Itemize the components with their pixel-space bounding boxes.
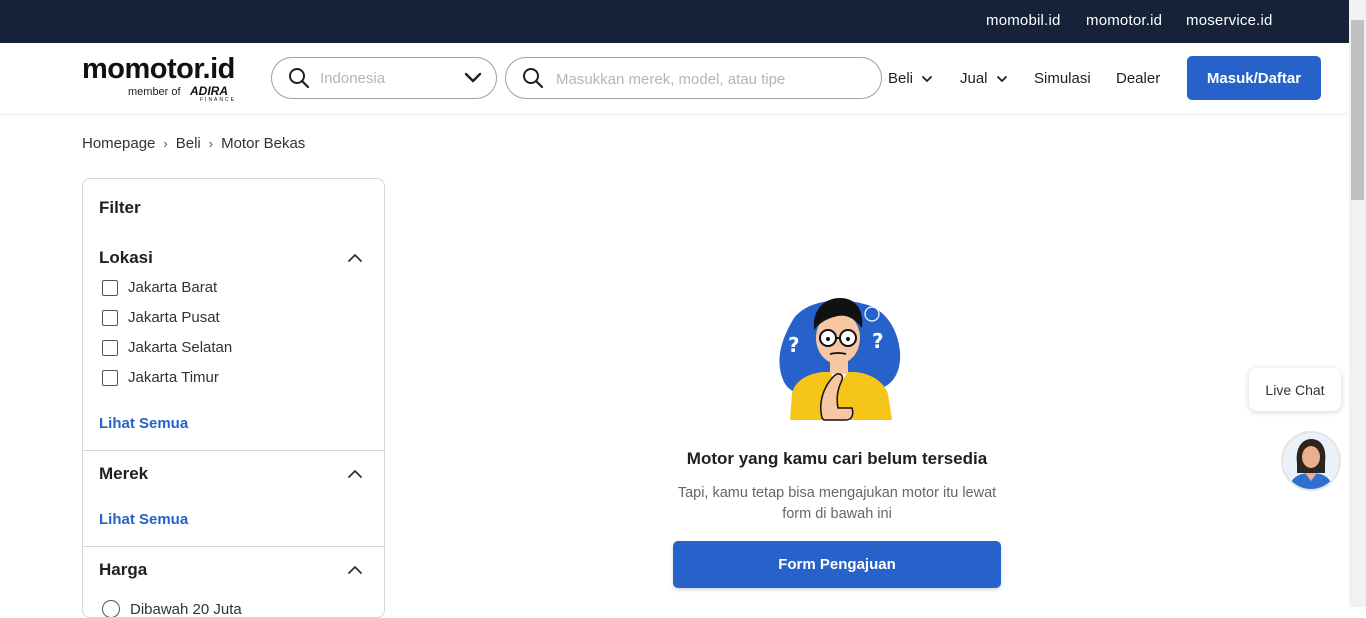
logo-wordmark: momotor.id — [82, 53, 235, 85]
lokasi-option-label: Jakarta Barat — [128, 279, 218, 296]
nav-beli[interactable]: Beli — [888, 70, 933, 87]
lokasi-option[interactable]: Jakarta Timur — [102, 369, 219, 386]
topbar-link-momotor[interactable]: momotor.id — [1086, 12, 1162, 29]
form-pengajuan-button[interactable]: Form Pengajuan — [673, 541, 1001, 588]
chevron-up-icon[interactable] — [347, 468, 363, 480]
lokasi-option-label: Jakarta Selatan — [128, 339, 233, 356]
checkbox[interactable] — [102, 339, 118, 356]
nav-jual-label: Jual — [960, 70, 988, 87]
empty-state-title: Motor yang kamu cari belum tersedia — [686, 449, 988, 468]
svg-text:?: ? — [788, 333, 800, 357]
checkbox[interactable] — [102, 279, 118, 296]
empty-state-description: Tapi, kamu tetap bisa mengajukan motor i… — [677, 485, 997, 522]
breadcrumb-motor-bekas: Motor Bekas — [221, 135, 306, 152]
agent-avatar-icon — [1289, 439, 1333, 489]
topbar-link-moservice[interactable]: moservice.id — [1186, 12, 1273, 29]
logo-finance: FINANCE — [200, 97, 236, 103]
filter-title: Filter — [99, 198, 141, 217]
lokasi-see-all-link[interactable]: Lihat Semua — [99, 415, 188, 432]
harga-option-label: Dibawah 20 Juta — [130, 600, 242, 618]
divider — [83, 450, 384, 451]
lokasi-option[interactable]: Jakarta Pusat — [102, 309, 220, 326]
thinking-person-illustration: ? ? — [779, 298, 901, 421]
lokasi-option[interactable]: Jakarta Barat — [102, 279, 217, 296]
chevron-down-icon — [996, 75, 1007, 82]
divider — [83, 546, 384, 547]
search-icon — [288, 67, 310, 94]
logo-member-of: member of — [128, 86, 181, 98]
filter-merek-title[interactable]: Merek — [99, 464, 148, 484]
filter-harga-title[interactable]: Harga — [99, 560, 147, 580]
breadcrumb: Homepage › Beli › Motor Bekas — [82, 135, 305, 152]
logo-adira: ADIRA — [190, 84, 228, 98]
checkbox[interactable] — [102, 369, 118, 386]
login-register-button[interactable]: Masuk/Daftar — [1187, 56, 1321, 100]
search-icon — [522, 67, 544, 94]
merek-see-all-link[interactable]: Lihat Semua — [99, 511, 188, 528]
location-select-value: Indonesia — [320, 70, 386, 87]
radio-button[interactable] — [102, 600, 120, 617]
harga-option[interactable]: Dibawah 20 Juta — [102, 600, 242, 618]
nav-dealer[interactable]: Dealer — [1116, 70, 1160, 87]
lokasi-option[interactable]: Jakarta Selatan — [102, 339, 232, 356]
location-select[interactable]: Indonesia — [271, 57, 497, 99]
scrollbar-thumb[interactable] — [1351, 20, 1364, 200]
topbar-link-momobil[interactable]: momobil.id — [986, 12, 1061, 29]
filter-panel: Filter Lokasi Jakarta Barat Jakarta Pusa… — [82, 178, 385, 618]
nav-simulasi[interactable]: Simulasi — [1034, 70, 1091, 87]
breadcrumb-beli[interactable]: Beli — [176, 135, 201, 152]
search-box — [505, 57, 882, 99]
chevron-down-icon — [464, 70, 482, 91]
page-scrollbar[interactable] — [1349, 0, 1366, 607]
breadcrumb-separator-icon: › — [163, 136, 168, 151]
site-logo[interactable]: momotor.id member of ADIRA FINANCE — [82, 53, 252, 103]
filter-lokasi-title[interactable]: Lokasi — [99, 248, 153, 268]
lokasi-option-label: Jakarta Timur — [128, 369, 219, 386]
search-input[interactable] — [556, 68, 866, 90]
checkbox[interactable] — [102, 309, 118, 326]
breadcrumb-separator-icon: › — [208, 136, 214, 151]
nav-beli-label: Beli — [888, 70, 914, 87]
top-bar: momobil.id momotor.id moservice.id — [0, 0, 1349, 43]
live-chat-bubble[interactable]: Live Chat — [1249, 368, 1341, 411]
breadcrumb-homepage[interactable]: Homepage — [82, 135, 155, 152]
nav-jual[interactable]: Jual — [960, 70, 1008, 87]
chevron-up-icon[interactable] — [347, 252, 363, 264]
main-header: momotor.id member of ADIRA FINANCE Indon… — [0, 43, 1349, 113]
chevron-down-icon — [922, 75, 932, 82]
chevron-up-icon[interactable] — [347, 564, 363, 576]
live-chat-avatar[interactable] — [1281, 431, 1341, 491]
svg-text:?: ? — [872, 329, 884, 353]
lokasi-option-label: Jakarta Pusat — [128, 309, 220, 326]
